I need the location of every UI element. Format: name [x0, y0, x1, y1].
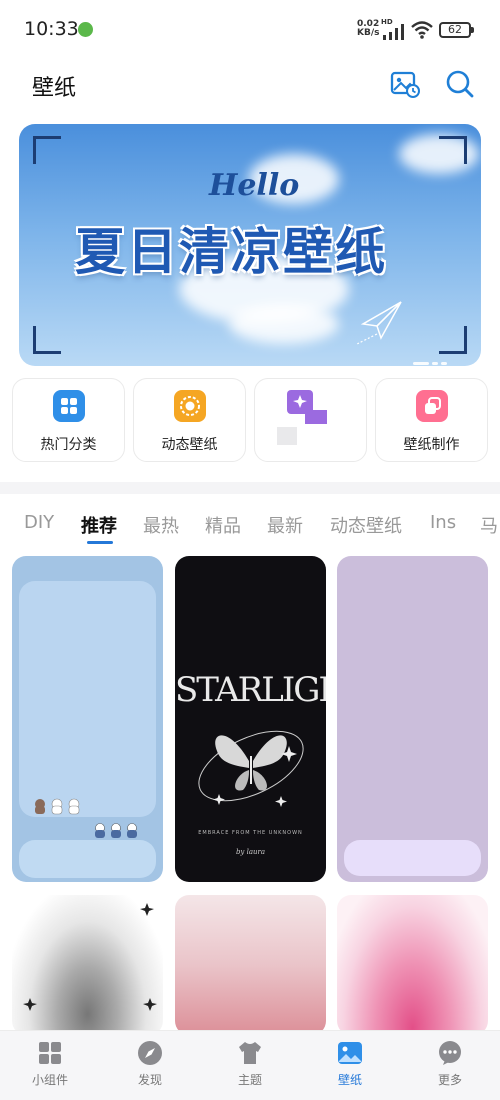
tile-widget-area — [19, 581, 156, 817]
frame-corner-tr — [439, 136, 467, 164]
tile-dock-area — [344, 840, 481, 876]
page-title: 壁纸 — [32, 76, 77, 101]
status-bar: 10:33 0.02 KB/s HD 62 — [0, 0, 500, 60]
nav-label: 发现 — [137, 1073, 162, 1087]
nav-label: 壁纸 — [337, 1073, 362, 1087]
placeholder-block — [277, 427, 297, 445]
frame-corner-bl — [33, 326, 61, 354]
shortcut-magic[interactable] — [254, 378, 367, 462]
bottom-navigation: 小组件 发现 主题 壁纸 更多 — [0, 1030, 500, 1100]
tshirt-icon — [239, 1042, 261, 1064]
wallpaper-icon — [338, 1042, 362, 1064]
signal-icon — [383, 24, 404, 40]
paper-plane-icon — [356, 301, 402, 345]
wallpaper-tile[interactable] — [12, 895, 163, 1035]
shortcut-label: 热门分类 — [40, 437, 97, 453]
banner-hello: Hello — [209, 168, 300, 203]
tab-live-wallpaper[interactable]: 动态壁纸 — [330, 512, 402, 538]
shortcut-live-wallpaper[interactable]: 动态壁纸 — [133, 378, 246, 462]
butterfly-illustration — [198, 730, 304, 807]
stars-decoration — [23, 903, 157, 1011]
category-grid-icon — [52, 390, 85, 422]
tile-caption: EMBRACE FROM THE UNKNOWN — [198, 830, 303, 836]
battery-indicator: 62 — [439, 22, 474, 38]
frame-corner-tl — [33, 136, 61, 164]
tab-hottest[interactable]: 最热 — [143, 512, 179, 538]
net-speed: 0.02 KB/s — [357, 20, 379, 38]
active-tab-indicator — [87, 541, 113, 544]
nav-themes[interactable]: 主题 — [215, 1037, 285, 1097]
tab-featured[interactable]: 精品 — [205, 512, 241, 538]
shortcut-hot-category[interactable]: 热门分类 — [12, 378, 125, 462]
wallpaper-tile[interactable] — [337, 895, 488, 1035]
cute-animals-illustration — [35, 798, 137, 838]
shortcut-label: 动态壁纸 — [161, 437, 218, 453]
wifi-icon — [411, 21, 433, 39]
live-wallpaper-icon — [173, 390, 206, 422]
search-icon[interactable] — [444, 68, 476, 100]
shortcut-label: 壁纸制作 — [403, 437, 460, 453]
compass-icon — [138, 1041, 162, 1065]
shortcut-wallpaper-maker[interactable]: 壁纸制作 — [375, 378, 488, 462]
section-divider — [0, 482, 500, 494]
nav-label: 更多 — [437, 1073, 462, 1087]
banner-pagination — [413, 350, 463, 365]
android-app-icon — [78, 22, 93, 37]
nav-label: 小组件 — [31, 1073, 68, 1087]
magic-wand-icon — [286, 390, 327, 424]
wallpaper-tile[interactable] — [12, 556, 163, 882]
wallpaper-tile[interactable]: STARLIGHT EMBRACE FROM THE UNKNOWN by la… — [175, 556, 326, 882]
widget-icon — [39, 1042, 61, 1064]
shortcut-row: 热门分类 动态壁纸 壁纸制作 — [12, 378, 488, 464]
tab-more-cut[interactable]: 马 — [480, 512, 498, 538]
tab-recommended[interactable]: 推荐 — [81, 512, 117, 538]
nav-widgets[interactable]: 小组件 — [15, 1037, 85, 1097]
category-tabs: DIY 推荐 最热 精品 最新 动态壁纸 Ins 马 — [0, 508, 500, 548]
wallpaper-tile[interactable] — [175, 895, 326, 1035]
tile-signature: by laura — [235, 848, 266, 856]
nav-label: 主题 — [237, 1073, 262, 1087]
more-icon — [439, 1041, 461, 1065]
wallpaper-tile[interactable] — [337, 556, 488, 882]
tab-newest[interactable]: 最新 — [267, 512, 303, 538]
promo-banner[interactable]: Hello 夏日清凉壁纸 — [19, 124, 481, 366]
tab-ins[interactable]: Ins — [430, 512, 456, 533]
app-header: 壁纸 — [0, 60, 500, 110]
nav-wallpaper[interactable]: 壁纸 — [315, 1037, 385, 1097]
tab-diy[interactable]: DIY — [24, 512, 54, 533]
net-speed-unit: KB/s — [357, 28, 380, 38]
nav-discover[interactable]: 发现 — [115, 1037, 185, 1097]
tile-title: STARLIGHT — [175, 670, 326, 710]
nav-more[interactable]: 更多 — [415, 1037, 485, 1097]
wallpaper-maker-icon — [415, 390, 448, 422]
status-time: 10:33 — [24, 18, 79, 40]
tile-dock-area — [19, 840, 156, 878]
wallpaper-history-icon[interactable] — [389, 68, 421, 100]
banner-headline: 夏日清凉壁纸 — [75, 223, 387, 281]
